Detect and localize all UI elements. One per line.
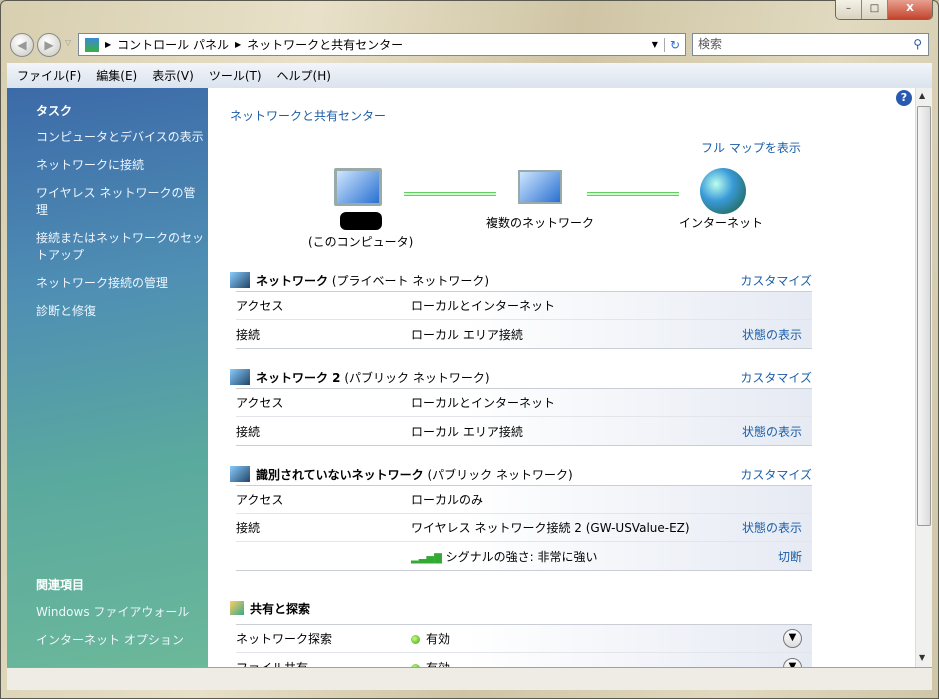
- address-bar[interactable]: ▶ コントロール パネル ▶ ネットワークと共有センター ▼ ↻: [78, 33, 686, 56]
- multiple-networks-label: 複数のネットワーク: [486, 216, 595, 230]
- map-link-line: [587, 192, 679, 196]
- network-discovery-value: 有効: [426, 632, 451, 646]
- customize-link[interactable]: カスタマイズ: [740, 369, 812, 386]
- multiple-networks-icon: [518, 170, 562, 204]
- sharing-section: 共有と探索 ネットワーク探索有効▼ ファイル共有有効▼: [230, 597, 812, 667]
- sharing-title: 共有と探索: [250, 601, 311, 616]
- network-type: (パブリック ネットワーク): [344, 370, 490, 385]
- network-type: (プライベート ネットワーク): [331, 273, 490, 288]
- related-internet-options[interactable]: インターネット オプション: [36, 632, 206, 649]
- disconnect-link[interactable]: 切断: [778, 548, 812, 565]
- maximize-button[interactable]: □: [862, 0, 888, 19]
- network-name: ネットワーク 2: [256, 370, 341, 385]
- enabled-status-icon: [411, 635, 420, 644]
- access-value: ローカルとインターネット: [411, 396, 556, 410]
- back-button[interactable]: ◀: [10, 33, 34, 57]
- address-dropdown-icon[interactable]: ▼: [646, 40, 664, 49]
- network-discovery-label: ネットワーク探索: [236, 632, 333, 646]
- task-diagnose-repair[interactable]: 診断と修復: [36, 303, 206, 320]
- vertical-scrollbar[interactable]: ▲ ▼: [915, 88, 932, 667]
- related-heading: 関連項目: [36, 578, 85, 592]
- menu-bar: ファイル(F) 編集(E) 表示(V) ツール(T) ヘルプ(H): [7, 63, 932, 88]
- main-content: ネットワークと共有センター ? フル マップを表示 (このコンピュータ) 複数の…: [208, 88, 915, 667]
- task-view-computers[interactable]: コンピュータとデバイスの表示: [36, 129, 206, 146]
- breadcrumb-control-panel[interactable]: コントロール パネル: [117, 36, 229, 53]
- customize-link[interactable]: カスタマイズ: [740, 272, 812, 289]
- full-map-link[interactable]: フル マップを表示: [701, 139, 801, 156]
- computer-name-redacted: [340, 212, 382, 230]
- menu-file[interactable]: ファイル(F): [17, 67, 81, 84]
- view-status-link[interactable]: 状態の表示: [742, 326, 812, 343]
- network-section-3: 識別されていないネットワーク (パブリック ネットワーク) カスタマイズ アクセス…: [230, 463, 812, 571]
- internet-label: インターネット: [679, 216, 764, 230]
- status-bar: [7, 667, 932, 690]
- access-value: ローカルのみ: [411, 493, 484, 507]
- view-status-link[interactable]: 状態の表示: [742, 519, 812, 536]
- signal-strength-icon: ▂▃▅▇: [411, 552, 442, 564]
- scroll-down-icon[interactable]: ▼: [919, 653, 925, 662]
- access-label: アクセス: [236, 396, 284, 410]
- signal-strength: シグナルの強さ: 非常に強い: [445, 549, 598, 564]
- search-icon[interactable]: ⚲: [913, 34, 922, 55]
- network-section-2: ネットワーク 2 (パブリック ネットワーク) カスタマイズ アクセス ローカルとイ…: [230, 366, 812, 446]
- network-icon: [230, 466, 250, 482]
- page-title: ネットワークと共有センター: [230, 109, 387, 123]
- menu-help[interactable]: ヘルプ(H): [277, 67, 331, 84]
- help-icon[interactable]: ?: [896, 90, 912, 106]
- network-type: (パブリック ネットワーク): [427, 467, 573, 482]
- search-input[interactable]: 検索 ⚲: [692, 33, 929, 56]
- task-manage-wireless[interactable]: ワイヤレス ネットワークの管理: [36, 185, 206, 219]
- customize-link[interactable]: カスタマイズ: [740, 466, 812, 483]
- tasks-heading: タスク: [36, 104, 73, 118]
- expand-chevron-icon[interactable]: ▼: [783, 629, 802, 648]
- breadcrumb-network-center[interactable]: ネットワークと共有センター: [247, 36, 403, 53]
- menu-edit[interactable]: 編集(E): [96, 67, 137, 84]
- network-icon: [230, 369, 250, 385]
- access-label: アクセス: [236, 299, 284, 313]
- scrollbar-thumb[interactable]: [917, 106, 931, 526]
- computer-icon: [334, 168, 382, 206]
- access-value: ローカルとインターネット: [411, 299, 556, 313]
- connection-value: ワイヤレス ネットワーク接続 2 (GW-USValue-EZ): [411, 521, 690, 535]
- connection-value: ローカル エリア接続: [411, 327, 523, 342]
- network-name: ネットワーク: [256, 273, 329, 288]
- breadcrumb-arrow-icon: ▶: [105, 40, 112, 49]
- connection-label: 接続: [236, 424, 261, 439]
- scroll-up-icon[interactable]: ▲: [919, 91, 925, 100]
- related-firewall[interactable]: Windows ファイアウォール: [36, 604, 206, 621]
- sharing-icon: [230, 601, 244, 615]
- expand-chevron-icon[interactable]: ▼: [783, 657, 802, 667]
- connection-value: ローカル エリア接続: [411, 424, 523, 439]
- network-icon: [230, 272, 250, 288]
- window-controls: – □ X: [835, 0, 933, 20]
- file-sharing-label: ファイル共有: [236, 659, 411, 668]
- map-link-line: [404, 192, 496, 196]
- network-section-1: ネットワーク (プライベート ネットワーク) カスタマイズ アクセス ローカルとイン…: [230, 269, 812, 349]
- task-setup-connection[interactable]: 接続またはネットワークのセットアップ: [36, 230, 206, 264]
- recent-pages-icon[interactable]: ▽: [65, 38, 71, 47]
- task-connect-network[interactable]: ネットワークに接続: [36, 157, 206, 174]
- refresh-icon[interactable]: ↻: [663, 37, 685, 52]
- this-computer-label: (このコンピュータ): [308, 235, 414, 249]
- task-pane: タスク コンピュータとデバイスの表示 ネットワークに接続 ワイヤレス ネットワー…: [7, 88, 208, 667]
- minimize-button[interactable]: –: [836, 0, 862, 19]
- menu-view[interactable]: 表示(V): [152, 67, 194, 84]
- breadcrumb-arrow-icon: ▶: [234, 40, 242, 49]
- connection-label: 接続: [236, 327, 261, 342]
- internet-globe-icon[interactable]: [700, 168, 746, 214]
- view-status-link[interactable]: 状態の表示: [742, 423, 812, 440]
- forward-button[interactable]: ▶: [37, 33, 61, 57]
- control-panel-icon: [85, 37, 99, 52]
- close-button[interactable]: X: [888, 0, 932, 19]
- connection-label: 接続: [236, 521, 261, 535]
- task-manage-connections[interactable]: ネットワーク接続の管理: [36, 275, 206, 292]
- network-name: 識別されていないネットワーク: [256, 467, 424, 482]
- menu-tools[interactable]: ツール(T): [209, 67, 262, 84]
- access-label: アクセス: [236, 493, 284, 507]
